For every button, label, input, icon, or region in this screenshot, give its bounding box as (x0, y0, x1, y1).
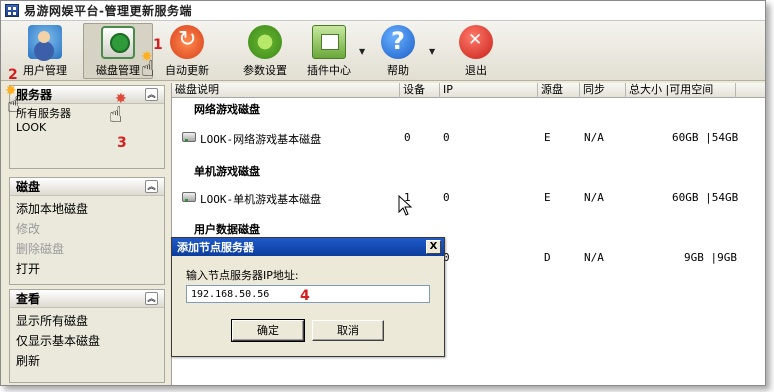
collapse-disks-icon[interactable]: ︽ (145, 180, 158, 193)
annotation-marker-2: 2 (8, 67, 18, 83)
app-logo-icon (5, 4, 19, 17)
group-network-games: 网络游戏磁盘 (194, 103, 260, 116)
help-icon (381, 25, 415, 59)
view-panel: 查看 ︽ 显示所有磁盘 仅显示基本磁盘 刷新 (9, 289, 165, 383)
disk-icon (182, 132, 196, 142)
view-panel-title: 查看 (16, 292, 41, 306)
row-device: 0 (404, 131, 411, 144)
auto-update-icon (170, 25, 204, 59)
hand-pointer-icon: ☝ (109, 103, 123, 128)
help-dropdown-icon[interactable]: ▼ (429, 47, 435, 56)
user-manage-label: 用户管理 (23, 64, 67, 77)
col-sync[interactable]: 同步 (580, 83, 626, 98)
row-ip: 0 (443, 191, 450, 204)
table-row[interactable]: LOOK-单机游戏基本磁盘 1 0 E N/A 60GB |54GB (172, 189, 765, 207)
main-toolbar: 用户管理 磁盘管理 自动更新 参数设置 插件中心 ▼ 帮助 ▼ 退出 (1, 21, 765, 81)
settings-button[interactable]: 参数设置 (235, 23, 295, 79)
annotation-marker-1: 1 (153, 37, 163, 53)
row-source: E (544, 131, 551, 144)
exit-icon (459, 25, 493, 59)
sidebar-item-all-servers[interactable]: 所有服务器 (16, 107, 158, 121)
ok-button[interactable]: 确定 (231, 319, 305, 342)
collapse-view-icon[interactable]: ︽ (145, 292, 158, 305)
window-title: 易游网娱平台-管理更新服务端 (24, 4, 192, 18)
servers-panel-header[interactable]: 服务器 ︽ (10, 86, 164, 104)
show-basic-disks-link[interactable]: 仅显示基本磁盘 (16, 331, 158, 351)
row-disk-name: LOOK-单机游戏基本磁盘 (200, 193, 322, 206)
disk-manage-icon (101, 26, 135, 59)
col-size[interactable]: 总大小 |可用空间 (626, 83, 736, 98)
help-label: 帮助 (387, 64, 409, 77)
dialog-title: 添加节点服务器 (177, 241, 254, 254)
cancel-button[interactable]: 取消 (312, 320, 384, 341)
help-button[interactable]: 帮助 (375, 23, 421, 79)
annotation-marker-3: 3 (117, 135, 127, 151)
open-disk-link[interactable]: 打开 (16, 259, 158, 279)
mouse-pointer-icon (398, 195, 413, 216)
add-local-disk-link[interactable]: 添加本地磁盘 (16, 199, 158, 219)
disks-panel-title: 磁盘 (16, 180, 41, 194)
row-ip: 0 (443, 131, 450, 144)
disks-panel: 磁盘 ︽ 添加本地磁盘 修改 删除磁盘 打开 (9, 177, 165, 285)
row-source: D (544, 251, 551, 264)
user-manage-button[interactable]: 用户管理 (15, 23, 75, 79)
servers-panel: 服务器 ︽ 所有服务器 LOOK (9, 85, 165, 169)
exit-button[interactable]: 退出 (453, 23, 499, 79)
col-device[interactable]: 设备 (400, 83, 440, 98)
title-bar: 易游网娱平台-管理更新服务端 (1, 1, 765, 21)
col-source[interactable]: 源盘 (538, 83, 580, 98)
plugin-center-button[interactable]: 插件中心 (301, 23, 357, 79)
group-user-data: 用户数据磁盘 (194, 223, 260, 236)
plugin-dropdown-icon[interactable]: ▼ (359, 47, 365, 56)
row-size: 9GB |9GB (684, 251, 737, 264)
users-icon (28, 25, 62, 59)
hand-pointer-icon: ☝ (7, 93, 21, 118)
table-header: 磁盘说明 设备 IP 源盘 同步 总大小 |可用空间 (172, 83, 765, 98)
col-description[interactable]: 磁盘说明 (172, 83, 400, 98)
disk-manage-label: 磁盘管理 (96, 64, 140, 77)
row-sync: N/A (584, 131, 604, 144)
row-disk-name: LOOK-网络游戏基本磁盘 (200, 133, 322, 146)
refresh-link[interactable]: 刷新 (16, 351, 158, 371)
delete-disk-link: 删除磁盘 (16, 242, 65, 256)
row-size: 60GB |54GB (672, 191, 739, 204)
add-node-server-dialog: 添加节点服务器 X 输入节点服务器IP地址: 确定 取消 4 (171, 237, 445, 357)
auto-update-label: 自动更新 (165, 64, 209, 77)
dialog-title-bar: 添加节点服务器 X (172, 238, 444, 256)
annotation-marker-4: 4 (300, 288, 310, 304)
dialog-close-icon[interactable]: X (426, 240, 441, 254)
disks-panel-header[interactable]: 磁盘 ︽ (10, 178, 164, 196)
sidebar-item-look-server[interactable]: LOOK (16, 121, 158, 135)
row-sync: N/A (584, 251, 604, 264)
settings-gear-icon (248, 25, 282, 59)
show-all-disks-link[interactable]: 显示所有磁盘 (16, 311, 158, 331)
exit-label: 退出 (465, 64, 487, 77)
app-window: 易游网娱平台-管理更新服务端 用户管理 磁盘管理 自动更新 参数设置 插件中心 … (0, 0, 766, 386)
collapse-servers-icon[interactable]: ︽ (145, 88, 158, 101)
row-sync: N/A (584, 191, 604, 204)
sidebar: 服务器 ︽ 所有服务器 LOOK 磁盘 ︽ 添加本地磁盘 修改 删除磁盘 打开 … (9, 85, 165, 385)
group-single-games: 单机游戏磁盘 (194, 165, 260, 178)
servers-panel-title: 服务器 (16, 88, 53, 102)
row-size: 60GB |54GB (672, 131, 739, 144)
modify-disk-link: 修改 (16, 222, 41, 236)
view-panel-header[interactable]: 查看 ︽ (10, 290, 164, 308)
hand-pointer-icon: ☝ (141, 57, 155, 82)
ip-input-label: 输入节点服务器IP地址: (186, 269, 299, 282)
settings-label: 参数设置 (243, 64, 287, 77)
auto-update-button[interactable]: 自动更新 (157, 23, 217, 79)
col-ip[interactable]: IP (440, 83, 538, 98)
plugin-icon (312, 25, 346, 59)
disk-icon (182, 192, 196, 202)
row-source: E (544, 191, 551, 204)
plugin-center-label: 插件中心 (307, 64, 351, 77)
table-row[interactable]: LOOK-网络游戏基本磁盘 0 0 E N/A 60GB |54GB (172, 129, 765, 147)
